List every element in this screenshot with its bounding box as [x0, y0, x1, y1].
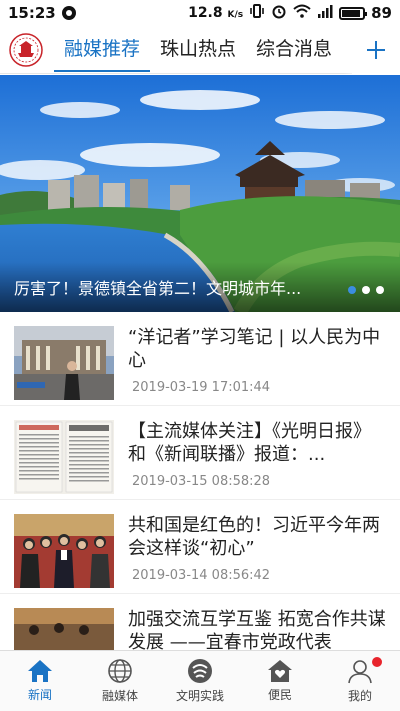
nav-civilization-label: 文明实践 — [175, 689, 224, 703]
home-icon — [28, 660, 52, 682]
news-title: 加强交流互学互鉴 拓宽合作共谋发展 ——宜春市党政代表 — [128, 609, 386, 650]
news-title: 共和国是红色的！习近平今年两会这样谈“初心” — [128, 515, 380, 559]
nav-mine[interactable]: 我的 — [320, 651, 400, 711]
news-thumbnail — [14, 514, 114, 588]
notification-icon — [61, 6, 76, 20]
news-item[interactable]: 加强交流互学互鉴 拓宽合作共谋发展 ——宜春市党政代表 — [0, 594, 400, 650]
vibrate-icon — [249, 4, 265, 22]
news-title: 【主流媒体关注】《光明日报》和《新闻联播》报道：... — [128, 421, 371, 465]
status-time: 15:23 — [8, 4, 56, 22]
status-bar: 15:23 12.8 K/s 89 — [0, 0, 400, 26]
plus-icon — [367, 40, 385, 59]
battery-icon — [339, 6, 368, 20]
news-thumbnail — [14, 326, 114, 400]
news-thumbnail — [14, 420, 114, 494]
speed-unit: K/s — [227, 10, 244, 20]
news-time: 2019-03-15 08:58:28 — [132, 474, 271, 489]
tabs-scroll[interactable]: 融媒推荐 珠山热点 综合消息 — [54, 26, 352, 74]
carousel-indicator — [348, 286, 384, 294]
battery-level: 89 — [371, 4, 392, 22]
nav-media[interactable]: 融媒体 — [80, 651, 160, 711]
carousel-dot-1[interactable] — [348, 286, 356, 294]
bottom-nav: 新闻 融媒体 文明实践 便民 我的 — [0, 650, 400, 711]
nav-news[interactable]: 新闻 — [0, 651, 80, 711]
wifi-icon — [293, 4, 311, 22]
banner-carousel[interactable]: 厉害了！景德镇全省第二！文明城市年... — [0, 75, 400, 312]
user-icon — [348, 660, 372, 684]
news-time: 2019-03-14 08:56:42 — [132, 568, 271, 583]
news-item[interactable]: 【主流媒体关注】《光明日报》和《新闻联播》报道：... 2019-03-15 0… — [0, 406, 400, 500]
nav-news-label: 新闻 — [27, 688, 52, 702]
network-speed: 12.8 K/s — [188, 5, 243, 21]
tab-general-news[interactable]: 综合消息 — [246, 26, 342, 74]
house-heart-icon — [268, 660, 292, 682]
practice-icon — [188, 659, 212, 683]
status-right: 12.8 K/s 89 — [188, 3, 392, 23]
globe-icon — [108, 659, 132, 683]
news-thumbnail — [14, 608, 114, 650]
news-item[interactable]: “洋记者”学习笔记 | 以人民为中心 2019-03-19 17:01:44 — [0, 312, 400, 406]
news-item[interactable]: 共和国是红色的！习近平今年两会这样谈“初心” 2019-03-14 08:56:… — [0, 500, 400, 594]
news-list[interactable]: “洋记者”学习笔记 | 以人民为中心 2019-03-19 17:01:44 【… — [0, 312, 400, 650]
signal-icon — [317, 4, 333, 22]
banner-caption: 厉害了！景德镇全省第二！文明城市年... — [0, 262, 400, 312]
nav-mine-label: 我的 — [347, 689, 372, 703]
carousel-dot-3[interactable] — [376, 286, 384, 294]
speed-value: 12.8 — [188, 5, 223, 21]
add-channel-button[interactable] — [352, 25, 400, 74]
top-tab-bar: 融媒推荐 珠山热点 综合消息 — [0, 25, 400, 74]
tab-zhushan-hot[interactable]: 珠山热点 — [150, 26, 246, 74]
nav-convenience-label: 便民 — [267, 688, 292, 702]
news-title: “洋记者”学习笔记 | 以人民为中心 — [128, 327, 381, 371]
carousel-dot-2[interactable] — [362, 286, 370, 294]
nav-civilization[interactable]: 文明实践 — [160, 651, 240, 711]
nav-convenience[interactable]: 便民 — [240, 651, 320, 711]
tab-recommended[interactable]: 融媒推荐 — [54, 26, 151, 74]
nav-media-label: 融媒体 — [101, 689, 138, 703]
notification-badge — [372, 657, 382, 667]
app-logo — [6, 30, 46, 70]
alarm-icon — [271, 3, 287, 23]
news-time: 2019-03-19 17:01:44 — [132, 380, 271, 395]
banner-caption-text: 厉害了！景德镇全省第二！文明城市年... — [14, 279, 302, 298]
